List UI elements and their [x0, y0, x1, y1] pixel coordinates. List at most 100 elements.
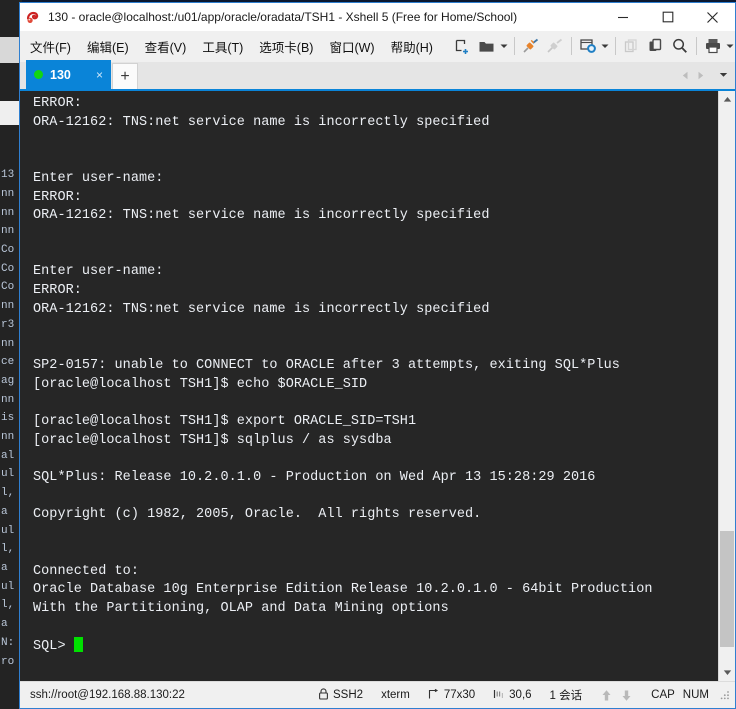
- open-session-folder-icon[interactable]: [475, 34, 499, 58]
- terminal-line: Copyright (c) 1982, 2005, Oracle. All ri…: [33, 507, 482, 523]
- maximize-button[interactable]: [645, 3, 690, 31]
- menu-tools[interactable]: 工具(T): [194, 33, 251, 60]
- resize-grip-icon[interactable]: [718, 688, 732, 702]
- print-dropdown-icon[interactable]: [725, 34, 735, 58]
- cursor-position-icon: [493, 688, 505, 703]
- terminal-line: With the Partitioning, OLAP and Data Min…: [33, 600, 449, 616]
- tab-bar: 130 × +: [20, 60, 735, 91]
- status-caps-lock: CAP: [651, 689, 675, 701]
- window-title: 130 - oracle@localhost:/u01/app/oracle/o…: [48, 10, 518, 24]
- terminal-line: ORA-12162: TNS:net service name is incor…: [33, 208, 490, 224]
- terminal-line: Connected to:: [33, 563, 139, 579]
- print-icon[interactable]: [701, 34, 725, 58]
- terminal-prompt: SQL>: [33, 639, 74, 655]
- copy-icon: [620, 34, 644, 58]
- scrollbar-up-icon[interactable]: [719, 91, 735, 108]
- terminal-line: SP2-0157: unable to CONNECT to ORACLE af…: [33, 357, 620, 373]
- scrollbar-track[interactable]: [719, 108, 735, 664]
- terminal-line: Oracle Database 10g Enterprise Edition R…: [33, 582, 653, 598]
- terminal-cursor: [73, 637, 83, 653]
- new-tab-button[interactable]: +: [112, 63, 138, 89]
- terminal-line: [oracle@localhost TSH1]$ sqlplus / as sy…: [33, 432, 392, 448]
- status-cursor-position: 30,6: [484, 688, 540, 703]
- new-session-icon[interactable]: [451, 34, 475, 58]
- menu-edit[interactable]: 编辑(E): [79, 33, 137, 60]
- padlock-icon: [318, 687, 329, 703]
- open-session-dropdown-icon[interactable]: [499, 34, 510, 58]
- toolbar-separator: [513, 37, 515, 55]
- tab-scroll-right-icon[interactable]: [693, 64, 708, 86]
- status-lock-indicators: CAP NUM: [642, 689, 718, 701]
- title-bar[interactable]: 130 - oracle@localhost:/u01/app/oracle/o…: [20, 3, 735, 31]
- xshell-main-window: 130 - oracle@localhost:/u01/app/oracle/o…: [19, 2, 736, 709]
- menu-view[interactable]: 查看(V): [137, 33, 195, 60]
- toolbar: [451, 31, 735, 62]
- xshell-logo-icon: [25, 9, 41, 25]
- terminal-line: ORA-12162: TNS:net service name is incor…: [33, 301, 490, 317]
- status-session-count: 1 会话: [549, 690, 583, 702]
- status-terminal-type: xterm: [381, 689, 410, 701]
- tab-session-130[interactable]: 130 ×: [26, 60, 111, 89]
- tab-label: 130: [50, 67, 71, 82]
- terminal-scrollbar[interactable]: [718, 91, 735, 681]
- scrollbar-thumb[interactable]: [720, 530, 734, 648]
- minimize-button[interactable]: [600, 3, 645, 31]
- status-terminal-size-label: 77x30: [443, 689, 476, 701]
- toolbar-separator: [695, 37, 697, 55]
- terminal-line: Enter user-name:: [33, 170, 164, 186]
- menu-window[interactable]: 窗口(W): [321, 33, 382, 60]
- menu-file[interactable]: 文件(F): [22, 33, 79, 60]
- connect-plug-icon[interactable]: [519, 34, 543, 58]
- session-properties-gear-icon[interactable]: [576, 34, 600, 58]
- status-transfer-indicators: [591, 689, 642, 702]
- toolbar-separator: [614, 37, 616, 55]
- tab-connected-status-icon: [34, 70, 43, 79]
- status-terminal-size: 77x30: [419, 688, 484, 703]
- toolbar-separator: [570, 37, 572, 55]
- status-protocol-label: SSH2: [333, 689, 364, 701]
- terminal-line: ORA-12162: TNS:net service name is incor…: [33, 114, 490, 130]
- close-button[interactable]: [690, 3, 735, 31]
- upload-arrow-icon: [600, 689, 613, 702]
- terminal-line: SQL*Plus: Release 10.2.0.1.0 - Productio…: [33, 470, 596, 486]
- tab-scroll-left-icon[interactable]: [678, 64, 693, 86]
- terminal-line: ERROR:: [33, 189, 82, 205]
- terminal-area: ERROR: ORA-12162: TNS:net service name is…: [20, 91, 735, 681]
- disconnect-plug-icon[interactable]: [543, 34, 567, 58]
- session-properties-dropdown-icon[interactable]: [600, 34, 611, 58]
- terminal-prompt-line: SQL>: [33, 637, 718, 657]
- terminal-line: Enter user-name:: [33, 264, 164, 280]
- menu-help[interactable]: 帮助(H): [383, 33, 441, 60]
- terminal-line: [oracle@localhost TSH1]$ echo $ORACLE_SI…: [33, 376, 368, 392]
- scrollbar-down-icon[interactable]: [719, 664, 735, 681]
- find-search-icon[interactable]: [668, 34, 692, 58]
- terminal-size-icon: [428, 688, 440, 703]
- status-cursor-position-label: 30,6: [509, 689, 532, 701]
- status-connection-url: ssh://root@192.168.88.130:22: [30, 689, 185, 701]
- tab-list-dropdown-icon[interactable]: [716, 64, 731, 86]
- terminal-line: ERROR:: [33, 96, 82, 111]
- menu-tabs[interactable]: 选项卡(B): [251, 33, 321, 60]
- status-protocol: SSH2: [309, 687, 372, 703]
- tab-navigation: [678, 62, 731, 88]
- download-arrow-icon: [620, 689, 633, 702]
- paste-icon[interactable]: [644, 34, 668, 58]
- tab-close-icon[interactable]: ×: [94, 69, 105, 81]
- terminal-output[interactable]: ERROR: ORA-12162: TNS:net service name is…: [20, 91, 718, 681]
- status-bar: ssh://root@192.168.88.130:22 SSH2 xterm …: [20, 681, 735, 708]
- status-num-lock: NUM: [682, 689, 709, 701]
- terminal-line: [oracle@localhost TSH1]$ export ORACLE_S…: [33, 413, 417, 429]
- terminal-line: ERROR:: [33, 283, 82, 299]
